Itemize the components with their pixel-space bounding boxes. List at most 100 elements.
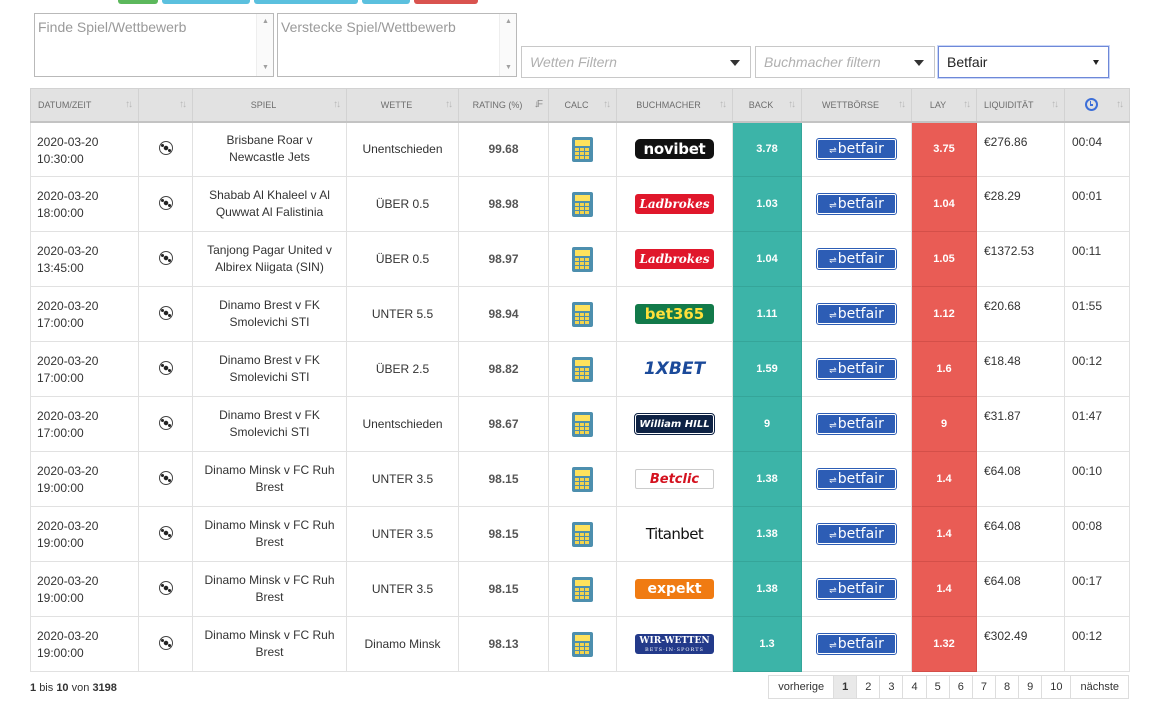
cell-lay-odds[interactable]: 1.6 bbox=[911, 341, 977, 397]
pagination-page-button[interactable]: 6 bbox=[948, 675, 973, 699]
cell-back-odds[interactable]: 3.78 bbox=[732, 121, 802, 177]
calculator-icon[interactable] bbox=[572, 246, 593, 272]
pagination-page-button[interactable]: 8 bbox=[994, 675, 1020, 699]
bookmaker-logo[interactable]: William HILL bbox=[634, 413, 715, 435]
calculator-icon[interactable] bbox=[572, 521, 593, 547]
sort-icon[interactable]: ↑↓ bbox=[788, 99, 796, 110]
cell-game[interactable]: Dinamo Brest v FK Smolevichi STI bbox=[192, 341, 347, 397]
cell-back-odds[interactable]: 1.59 bbox=[732, 341, 802, 397]
pagination-page-button[interactable]: 10 bbox=[1041, 675, 1072, 699]
sort-icon[interactable]: ↑↓ bbox=[179, 99, 187, 110]
pagination-prev-button[interactable]: vorherige bbox=[768, 675, 835, 699]
cell-game[interactable]: Dinamo Minsk v FC Ruh Brest bbox=[192, 561, 347, 617]
calculator-icon[interactable] bbox=[572, 466, 593, 492]
top-button-blue-1[interactable] bbox=[162, 0, 250, 4]
cell-game[interactable]: Dinamo Brest v FK Smolevichi STI bbox=[192, 396, 347, 452]
col-header-bet[interactable]: Wette ↑↓ bbox=[346, 88, 459, 123]
cell-game[interactable]: Tanjong Pagar United v Albirex Niigata (… bbox=[192, 231, 347, 287]
table-row[interactable]: 2020-03-20 19:00:00 Dinamo Minsk v FC Ruh… bbox=[30, 616, 1130, 672]
bookmaker-logo[interactable]: Ladbrokes bbox=[635, 249, 714, 269]
exchange-logo[interactable]: ⇌betfair bbox=[816, 468, 897, 490]
cell-back-odds[interactable]: 1.04 bbox=[732, 231, 802, 287]
calculator-icon[interactable] bbox=[572, 301, 593, 327]
cell-game[interactable]: Dinamo Brest v FK Smolevichi STI bbox=[192, 286, 347, 342]
scroll-up-icon[interactable]: ▲ bbox=[500, 17, 517, 27]
sort-icon[interactable]: ↑↓ bbox=[898, 99, 906, 110]
sort-icon[interactable]: ↑↓ bbox=[719, 99, 727, 110]
table-row[interactable]: 2020-03-20 17:00:00 Dinamo Brest v FK Smo… bbox=[30, 396, 1130, 452]
table-row[interactable]: 2020-03-20 13:45:00 Tanjong Pagar United … bbox=[30, 231, 1130, 287]
cell-lay-odds[interactable]: 1.04 bbox=[911, 176, 977, 232]
cell-game[interactable]: Brisbane Roar v Newcastle Jets bbox=[192, 121, 347, 177]
pagination-page-button[interactable]: 5 bbox=[925, 675, 950, 699]
col-header-sport[interactable]: ↑↓ bbox=[138, 88, 193, 123]
col-header-date[interactable]: Datum/Zeit ↑↓ bbox=[30, 88, 139, 123]
col-header-calc[interactable]: Calc ↑↓ bbox=[548, 88, 617, 123]
pagination-page-button[interactable]: 7 bbox=[971, 675, 996, 699]
bookmaker-logo[interactable]: novibet bbox=[635, 139, 714, 160]
cell-game[interactable]: Dinamo Minsk v FC Ruh Brest bbox=[192, 451, 347, 507]
table-row[interactable]: 2020-03-20 17:00:00 Dinamo Brest v FK Smo… bbox=[30, 286, 1130, 342]
cell-lay-odds[interactable]: 1.32 bbox=[911, 616, 977, 672]
pagination-page-button[interactable]: 4 bbox=[902, 675, 927, 699]
col-header-bookmaker[interactable]: Buchmacher ↑↓ bbox=[616, 88, 733, 123]
bookmaker-logo[interactable]: Titanbet bbox=[635, 524, 714, 544]
top-button-blue-2[interactable] bbox=[254, 0, 358, 4]
exchange-select[interactable]: Betfair bbox=[938, 46, 1109, 78]
cell-back-odds[interactable]: 1.11 bbox=[732, 286, 802, 342]
table-row[interactable]: 2020-03-20 17:00:00 Dinamo Brest v FK Smo… bbox=[30, 341, 1130, 397]
bookmaker-logo[interactable]: Betclic bbox=[635, 469, 714, 489]
find-game-input[interactable]: Finde Spiel/Wettbewerb ▲ ▼ bbox=[34, 13, 274, 77]
calculator-icon[interactable] bbox=[572, 411, 593, 437]
pagination-page-button[interactable]: 3 bbox=[879, 675, 904, 699]
exchange-logo[interactable]: ⇌betfair bbox=[816, 413, 897, 435]
cell-back-odds[interactable]: 1.38 bbox=[732, 451, 802, 507]
cell-lay-odds[interactable]: 9 bbox=[911, 396, 977, 452]
calculator-icon[interactable] bbox=[572, 136, 593, 162]
sort-icon[interactable]: ↑↓ bbox=[1051, 99, 1059, 110]
top-button-green[interactable] bbox=[118, 0, 158, 4]
pagination-page-button[interactable]: 1 bbox=[833, 675, 858, 699]
cell-lay-odds[interactable]: 1.12 bbox=[911, 286, 977, 342]
pagination-page-button[interactable]: 9 bbox=[1018, 675, 1043, 699]
table-row[interactable]: 2020-03-20 19:00:00 Dinamo Minsk v FC Ruh… bbox=[30, 506, 1130, 562]
cell-back-odds[interactable]: 1.3 bbox=[732, 616, 802, 672]
exchange-logo[interactable]: ⇌betfair bbox=[816, 303, 897, 325]
col-header-exchange[interactable]: Wettbörse ↑↓ bbox=[801, 88, 912, 123]
calculator-icon[interactable] bbox=[572, 576, 593, 602]
cell-back-odds[interactable]: 9 bbox=[732, 396, 802, 452]
table-row[interactable]: 2020-03-20 18:00:00 Shabab Al Khaleel v A… bbox=[30, 176, 1130, 232]
cell-lay-odds[interactable]: 1.4 bbox=[911, 506, 977, 562]
cell-lay-odds[interactable]: 1.05 bbox=[911, 231, 977, 287]
exchange-logo[interactable]: ⇌betfair bbox=[816, 633, 897, 655]
bookmaker-filter-select[interactable]: Buchmacher filtern bbox=[755, 46, 935, 78]
exchange-logo[interactable]: ⇌betfair bbox=[816, 358, 897, 380]
table-row[interactable]: 2020-03-20 19:00:00 Dinamo Minsk v FC Ruh… bbox=[30, 561, 1130, 617]
scroll-up-icon[interactable]: ▲ bbox=[257, 17, 274, 27]
cell-lay-odds[interactable]: 3.75 bbox=[911, 121, 977, 177]
cell-back-odds[interactable]: 1.38 bbox=[732, 561, 802, 617]
col-header-lay[interactable]: Lay ↑↓ bbox=[911, 88, 977, 123]
pagination-page-button[interactable]: 2 bbox=[856, 675, 881, 699]
scroll-down-icon[interactable]: ▼ bbox=[500, 63, 517, 73]
hide-game-input[interactable]: Verstecke Spiel/Wettbewerb ▲ ▼ bbox=[277, 13, 517, 77]
table-row[interactable]: 2020-03-20 10:30:00 Brisbane Roar v Newca… bbox=[30, 121, 1130, 177]
exchange-logo[interactable]: ⇌betfair bbox=[816, 193, 897, 215]
sort-icon[interactable]: ↑↓ bbox=[1116, 99, 1124, 110]
bet-filter-select[interactable]: Wetten Filtern bbox=[521, 46, 751, 78]
sort-icon[interactable]: ↑↓ bbox=[333, 99, 341, 110]
col-header-liquidity[interactable]: Liquidität ↑↓ bbox=[976, 88, 1065, 123]
cell-lay-odds[interactable]: 1.4 bbox=[911, 451, 977, 507]
exchange-logo[interactable]: ⇌betfair bbox=[816, 248, 897, 270]
col-header-remaining[interactable]: ↑↓ bbox=[1064, 88, 1130, 123]
bookmaker-logo[interactable]: WIR-WETTEN BETS·IN·SPORTS bbox=[635, 634, 714, 654]
col-header-back[interactable]: Back ↑↓ bbox=[732, 88, 802, 123]
sort-desc-icon[interactable]: ↓F bbox=[534, 99, 543, 110]
bookmaker-logo[interactable]: bet365 bbox=[635, 304, 714, 324]
bookmaker-logo[interactable]: expekt bbox=[635, 579, 714, 599]
cell-back-odds[interactable]: 1.03 bbox=[732, 176, 802, 232]
sort-icon[interactable]: ↑↓ bbox=[125, 99, 133, 110]
sort-icon[interactable]: ↑↓ bbox=[603, 99, 611, 110]
col-header-game[interactable]: Spiel ↑↓ bbox=[192, 88, 347, 123]
cell-lay-odds[interactable]: 1.4 bbox=[911, 561, 977, 617]
